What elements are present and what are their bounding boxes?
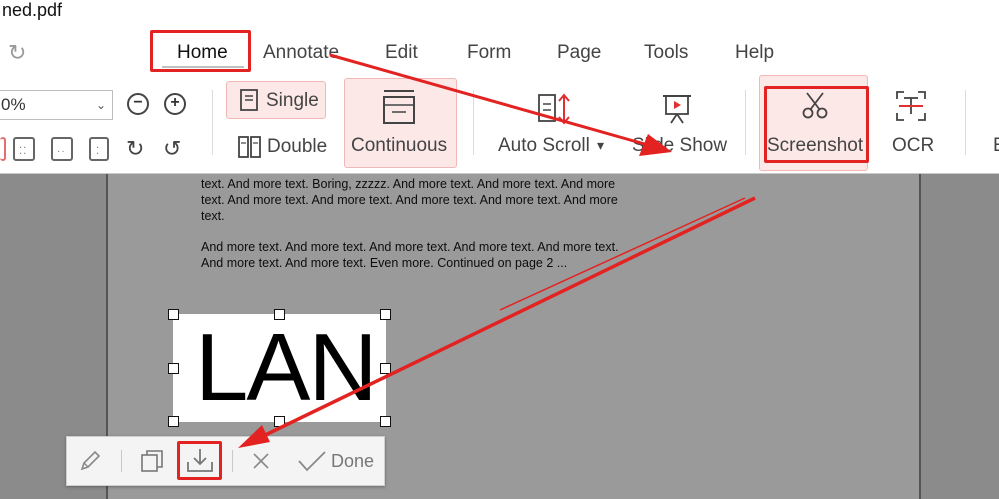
resize-handle[interactable]	[380, 309, 391, 320]
auto-scroll-button[interactable]: Auto Scroll	[498, 135, 590, 157]
copy-icon[interactable]	[139, 448, 165, 474]
ribbon-cut-off-label[interactable]: E	[993, 135, 999, 157]
check-icon[interactable]	[297, 449, 327, 473]
single-page-icon	[240, 89, 258, 111]
ocr-button[interactable]: OCR	[892, 135, 934, 157]
auto-scroll-icon	[538, 93, 570, 125]
screenshot-label: Screenshot	[767, 135, 864, 156]
auto-scroll-dropdown-icon[interactable]: ▾	[597, 137, 604, 154]
redo-icon[interactable]: ↻	[8, 40, 26, 66]
scissors-icon	[802, 92, 828, 119]
chevron-down-icon[interactable]: ⌄	[96, 91, 106, 119]
ocr-icon	[896, 91, 926, 121]
active-tab-underline	[162, 66, 244, 68]
rotate-clockwise-icon[interactable]: ↻	[126, 136, 144, 162]
continuous-label: Continuous	[351, 135, 448, 156]
tab-page[interactable]: Page	[557, 38, 601, 68]
toolbar-divider	[121, 450, 122, 472]
download-icon[interactable]	[184, 446, 216, 476]
single-label: Single	[266, 90, 319, 111]
tab-home[interactable]: Home	[177, 38, 228, 68]
toolbar-divider	[232, 450, 233, 472]
tab-form[interactable]: Form	[467, 38, 511, 68]
rotate-counterclockwise-icon[interactable]: ↺	[163, 136, 181, 162]
resize-handle[interactable]	[380, 363, 391, 374]
double-button[interactable]: Double	[267, 136, 327, 158]
continuous-scroll-icon	[383, 90, 415, 124]
slide-show-button[interactable]: Slide Show	[632, 135, 727, 157]
logo-image-text: LAN	[195, 314, 378, 421]
fit-width-icon[interactable]: ⁚⁚	[13, 137, 35, 161]
resize-handle[interactable]	[168, 363, 179, 374]
zoom-out-icon[interactable]: −	[127, 93, 149, 115]
pencil-icon[interactable]	[78, 449, 102, 473]
window-title: ned.pdf	[2, 0, 63, 20]
tab-annotate[interactable]: Annotate	[263, 38, 339, 68]
slide-show-icon	[663, 95, 691, 124]
actual-size-icon[interactable]: ⁚	[89, 137, 109, 161]
zoom-value: 0%	[1, 95, 26, 114]
resize-handle[interactable]	[274, 416, 285, 427]
resize-handle[interactable]	[380, 416, 391, 427]
ribbon-divider	[965, 90, 966, 155]
resize-handle[interactable]	[168, 416, 179, 427]
ribbon-divider	[212, 90, 213, 155]
ribbon-divider	[745, 90, 746, 155]
tab-help[interactable]: Help	[735, 38, 774, 68]
resize-handle[interactable]	[168, 309, 179, 320]
fit-page-icon[interactable]	[0, 137, 6, 161]
zoom-select[interactable]: 0% ⌄	[0, 90, 113, 120]
tab-edit[interactable]: Edit	[385, 38, 418, 68]
document-paragraph: text. And more text. Boring, zzzzz. And …	[201, 177, 618, 223]
zoom-in-icon[interactable]: +	[164, 93, 186, 115]
document-paragraph: And more text. And more text. And more t…	[201, 240, 619, 270]
ribbon-divider	[473, 90, 474, 155]
done-button[interactable]: Done	[331, 451, 374, 472]
double-page-icon[interactable]	[237, 135, 263, 159]
close-icon[interactable]	[251, 451, 271, 471]
tab-tools[interactable]: Tools	[644, 38, 688, 68]
resize-handle[interactable]	[274, 309, 285, 320]
fit-visible-icon[interactable]: ··	[51, 137, 73, 161]
